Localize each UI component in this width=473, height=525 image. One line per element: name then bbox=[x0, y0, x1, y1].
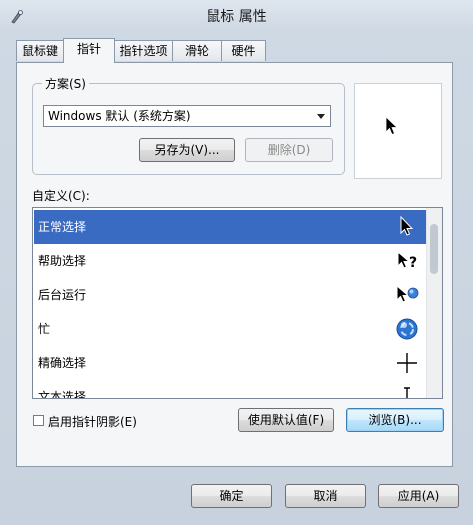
tab-hardware[interactable]: 硬件 bbox=[221, 40, 266, 61]
pointer-shadow-label: 启用指针阴影(E) bbox=[48, 415, 137, 429]
cancel-button[interactable]: 取消 bbox=[285, 484, 366, 508]
list-item[interactable]: 文本选择 bbox=[34, 380, 429, 398]
list-item[interactable]: 精确选择 bbox=[34, 346, 429, 380]
scheme-label: 方案(S) bbox=[42, 75, 89, 92]
help-cursor-icon: ? bbox=[397, 250, 417, 271]
list-scrollbar[interactable] bbox=[426, 208, 442, 398]
use-default-button[interactable]: 使用默认值(F) bbox=[238, 408, 334, 432]
customize-label: 自定义(C): bbox=[32, 189, 90, 203]
text-cursor-icon bbox=[404, 387, 410, 398]
list-item[interactable]: 忙 bbox=[34, 312, 429, 346]
scheme-select-value: Windows 默认 (系统方案) bbox=[48, 109, 191, 123]
apply-button[interactable]: 应用(A) bbox=[378, 484, 459, 508]
delete-button[interactable]: 删除(D) bbox=[245, 138, 333, 162]
crosshair-icon bbox=[397, 353, 417, 373]
tab-pointer-options[interactable]: 指针选项 bbox=[114, 40, 173, 61]
cursor-list[interactable]: 正常选择 帮助选择 ? 后台运行 忙 精确选择 文本选择 bbox=[32, 207, 443, 399]
list-item[interactable]: 正常选择 bbox=[34, 210, 429, 244]
scheme-select[interactable]: Windows 默认 (系统方案) bbox=[43, 105, 331, 127]
ok-button[interactable]: 确定 bbox=[191, 484, 272, 508]
pointer-preview bbox=[354, 83, 442, 179]
chevron-down-icon[interactable] bbox=[317, 114, 325, 119]
scrollbar-thumb[interactable] bbox=[430, 224, 438, 274]
pointer-shadow-checkbox[interactable] bbox=[33, 415, 44, 426]
arrow-cursor-icon bbox=[385, 116, 398, 136]
tab-mouse-buttons[interactable]: 鼠标键 bbox=[16, 40, 64, 61]
pointers-panel: 方案(S) Windows 默认 (系统方案) 另存为(V)... 删除(D) … bbox=[16, 62, 453, 467]
arrow-cursor-icon bbox=[400, 215, 414, 236]
busy-icon bbox=[396, 318, 418, 340]
list-item[interactable]: 帮助选择 ? bbox=[34, 244, 429, 278]
svg-text:?: ? bbox=[409, 255, 417, 271]
list-item[interactable]: 后台运行 bbox=[34, 278, 429, 312]
scheme-group: 方案(S) Windows 默认 (系统方案) 另存为(V)... 删除(D) bbox=[32, 75, 345, 175]
tab-wheel[interactable]: 滑轮 bbox=[172, 40, 222, 61]
browse-button[interactable]: 浏览(B)... bbox=[346, 408, 444, 432]
save-as-button[interactable]: 另存为(V)... bbox=[139, 138, 235, 162]
working-in-background-icon bbox=[396, 284, 419, 303]
tab-pointers[interactable]: 指针 bbox=[63, 38, 115, 63]
window-title: 鼠标 属性 bbox=[206, 9, 267, 25]
title-bar[interactable]: 鼠标 属性 bbox=[0, 0, 473, 34]
